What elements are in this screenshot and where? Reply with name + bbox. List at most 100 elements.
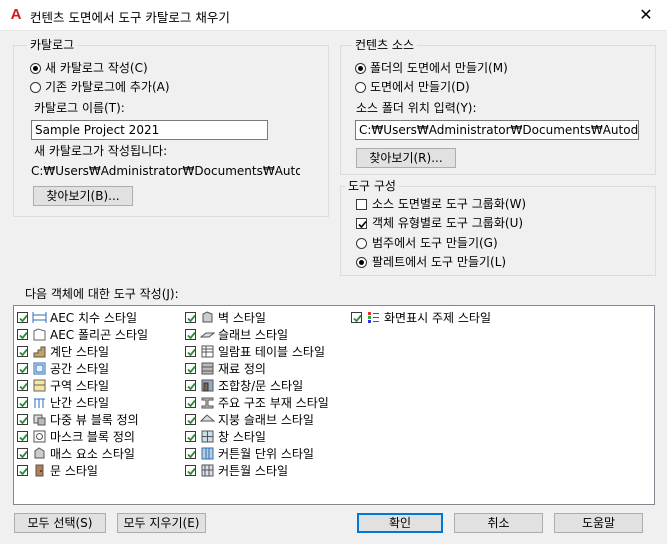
radio-from-category-label[interactable]: 범주에서 도구 만들기(G): [372, 236, 498, 250]
object-checkbox[interactable]: [17, 397, 28, 408]
object-checkbox[interactable]: [185, 397, 196, 408]
source-browse-button[interactable]: 찾아보기(R)...: [356, 148, 456, 168]
object-checkbox[interactable]: [17, 346, 28, 357]
object-list-label: 다음 객체에 대한 도구 작성(J):: [25, 287, 179, 301]
object-checkbox[interactable]: [17, 431, 28, 442]
clear-all-button[interactable]: 모두 지우기(E): [117, 513, 206, 533]
object-checkbox[interactable]: [17, 312, 28, 323]
space-icon: [32, 361, 47, 376]
polygon-icon: [32, 327, 47, 342]
schedule-table-icon: [200, 344, 215, 359]
object-item-label: 화면표시 주제 스타일: [384, 311, 491, 325]
source-folder-label: 소스 폴더 위치 입력(Y):: [356, 101, 477, 115]
radio-source-folder[interactable]: [355, 63, 366, 74]
radio-source-folder-label[interactable]: 폴더의 도면에서 만들기(M): [370, 61, 508, 75]
radio-existing-catalog-label[interactable]: 기존 카탈로그에 추가(A): [45, 80, 170, 94]
object-item-label: 문 스타일: [50, 464, 98, 478]
object-item-label: 재료 정의: [218, 362, 266, 376]
object-type-list[interactable]: AEC 치수 스타일 AEC 폴리곤 스타일계단 스타일공간 스타일구역 스타일난…: [13, 305, 655, 505]
catalog-name-input[interactable]: Sample Project 2021: [31, 120, 268, 140]
object-checkbox[interactable]: [17, 465, 28, 476]
object-checkbox[interactable]: [185, 346, 196, 357]
object-checkbox[interactable]: [185, 363, 196, 374]
display-theme-icon: [366, 310, 381, 325]
tool-organization-legend: 도구 구성: [345, 179, 399, 193]
object-checkbox[interactable]: [185, 380, 196, 391]
radio-new-catalog-label[interactable]: 새 카탈로그 작성(C): [45, 61, 148, 75]
resize-grip-icon: [642, 492, 652, 502]
window-title: 컨텐츠 도면에서 도구 카탈로그 채우기: [30, 10, 230, 25]
object-item-label: 벽 스타일: [218, 311, 266, 325]
object-item-label: 일람표 테이블 스타일: [218, 345, 325, 359]
catalog-created-label: 새 카탈로그가 작성됩니다:: [34, 144, 168, 158]
structural-member-icon: [200, 395, 215, 410]
checkbox-group-by-drawing[interactable]: [356, 199, 367, 210]
object-item-label: 지붕 슬래브 스타일: [218, 413, 314, 427]
material-icon: [200, 361, 215, 376]
door-window-assembly-icon: [200, 378, 215, 393]
catalog-browse-button[interactable]: 찾아보기(B)...: [33, 186, 133, 206]
object-checkbox[interactable]: [185, 431, 196, 442]
window-icon: [200, 429, 215, 444]
wall-icon: [200, 310, 215, 325]
checkbox-group-by-type[interactable]: [356, 218, 367, 229]
object-checkbox[interactable]: [185, 312, 196, 323]
cancel-button[interactable]: 취소: [454, 513, 543, 533]
object-item-label: 다중 뷰 블록 정의: [50, 413, 139, 427]
radio-source-drawing-label[interactable]: 도면에서 만들기(D): [370, 80, 470, 94]
source-folder-input[interactable]: C:₩Users₩Administrator₩Documents₩Autodes…: [355, 120, 639, 140]
object-checkbox[interactable]: [185, 465, 196, 476]
multiview-block-icon: [32, 412, 47, 427]
object-checkbox[interactable]: [17, 329, 28, 340]
object-checkbox[interactable]: [351, 312, 362, 323]
object-item-label: 슬래브 스타일: [218, 328, 289, 342]
mask-block-icon: [32, 429, 47, 444]
object-checkbox[interactable]: [185, 448, 196, 459]
curtain-wall-icon: [200, 463, 215, 478]
catalog-group-legend: 카탈로그: [27, 38, 78, 52]
radio-source-drawing[interactable]: [355, 82, 366, 93]
roof-slab-icon: [199, 412, 216, 427]
object-checkbox[interactable]: [185, 414, 196, 425]
radio-from-palette[interactable]: [356, 257, 367, 268]
object-item-label: 주요 구조 부재 스타일: [218, 396, 329, 410]
curtain-wall-unit-icon: [200, 446, 215, 461]
object-checkbox[interactable]: [17, 414, 28, 425]
mass-element-icon: [32, 446, 47, 461]
object-checkbox[interactable]: [17, 448, 28, 459]
ok-button[interactable]: 확인: [357, 513, 443, 533]
object-item-label: 구역 스타일: [50, 379, 110, 393]
object-item-label: 계단 스타일: [50, 345, 110, 359]
railing-icon: [32, 395, 47, 410]
object-checkbox[interactable]: [17, 363, 28, 374]
object-item-label: AEC 치수 스타일: [50, 311, 137, 325]
object-item-label: 난간 스타일: [50, 396, 110, 410]
select-all-button[interactable]: 모두 선택(S): [14, 513, 106, 533]
object-item-label: AEC 폴리곤 스타일: [50, 328, 149, 342]
object-item-label: 매스 요소 스타일: [50, 447, 135, 461]
close-icon[interactable]: ✕: [633, 4, 659, 26]
door-icon: [32, 463, 47, 478]
dimension-icon: [32, 310, 47, 325]
object-checkbox[interactable]: [17, 380, 28, 391]
radio-existing-catalog[interactable]: [30, 82, 41, 93]
object-item-label: 커튼월 단위 스타일: [218, 447, 314, 461]
catalog-name-label: 카탈로그 이름(T):: [34, 101, 125, 115]
object-checkbox[interactable]: [185, 329, 196, 340]
object-item-label: 조합창/문 스타일: [218, 379, 304, 393]
object-item-label: 커튼월 스타일: [218, 464, 289, 478]
radio-new-catalog[interactable]: [30, 63, 41, 74]
stair-icon: [32, 344, 47, 359]
zone-icon: [32, 378, 47, 393]
object-item-label: 창 스타일: [218, 430, 266, 444]
slab-icon: [199, 327, 216, 342]
object-item-label: 공간 스타일: [50, 362, 110, 376]
checkbox-group-by-drawing-label[interactable]: 소스 도면별로 도구 그룹화(W): [372, 197, 526, 211]
radio-from-category[interactable]: [356, 238, 367, 249]
content-source-legend: 컨텐츠 소스: [352, 38, 418, 52]
autocad-app-icon: A: [10, 6, 22, 23]
radio-from-palette-label[interactable]: 팔레트에서 도구 만들기(L): [372, 255, 506, 269]
checkbox-group-by-type-label[interactable]: 객체 유형별로 도구 그룹화(U): [372, 216, 523, 230]
help-button[interactable]: 도움말: [554, 513, 643, 533]
check-mark-icon: [358, 220, 367, 229]
